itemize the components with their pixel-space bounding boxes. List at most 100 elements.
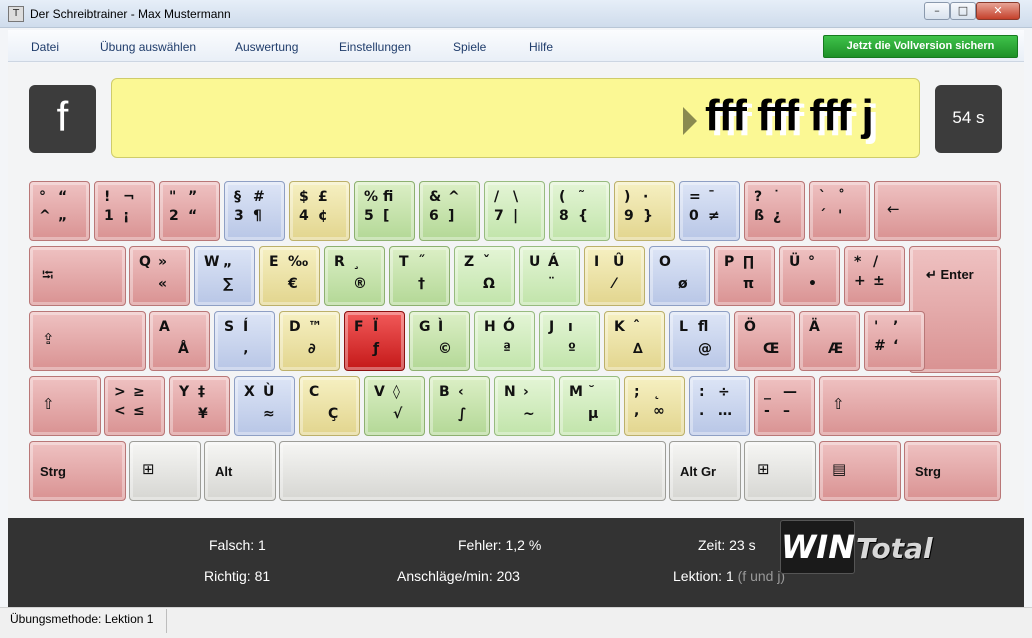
key-glyph: 6	[429, 208, 439, 224]
key-less[interactable]: > ≥ < ≤	[104, 376, 165, 436]
key-space[interactable]	[279, 441, 666, 501]
window-title: Der Schreibtrainer - Max Mustermann	[30, 7, 231, 21]
key-r[interactable]: R ¸ ®	[324, 246, 385, 306]
key-glyph: #	[253, 189, 265, 205]
key-ae[interactable]: ÄÆ	[799, 311, 860, 371]
key-9[interactable]: ) · 9}	[614, 181, 675, 241]
menu-datei[interactable]: Datei	[31, 40, 59, 54]
key-2[interactable]: " ” 2 “	[159, 181, 220, 241]
key-glyph: `	[819, 189, 826, 205]
key-tab[interactable]: ⭾	[29, 246, 126, 306]
key-glyph: ‰	[288, 254, 309, 270]
key-oe[interactable]: ÖŒ	[734, 311, 795, 371]
key-u[interactable]: U Á ¨	[519, 246, 580, 306]
key-ue[interactable]: Ü ° •	[779, 246, 840, 306]
key-glyph: )	[624, 189, 631, 205]
key-0[interactable]: = ¯ 0 ≠	[679, 181, 740, 241]
key-alt[interactable]: Alt	[204, 441, 276, 501]
key-period[interactable]: : ÷.…	[689, 376, 750, 436]
menu-spiele[interactable]: Spiele	[453, 40, 486, 54]
key-p[interactable]: P ∏ π	[714, 246, 775, 306]
key-hash[interactable]: ' ’ # ‘	[864, 311, 925, 371]
key-i[interactable]: I Û ⁄	[584, 246, 645, 306]
key-win-left[interactable]: ⊞	[129, 441, 201, 501]
key-z[interactable]: ZˇΩ	[454, 246, 515, 306]
key-comma[interactable]: ; ˛, ∞	[624, 376, 685, 436]
key-glyph: £	[318, 189, 328, 205]
key-6[interactable]: & ^ 6]	[419, 181, 480, 241]
menu-uebung-auswaehlen[interactable]: Übung auswählen	[100, 40, 196, 54]
key-g[interactable]: G Ì ©	[409, 311, 470, 371]
key-glyph: 7	[494, 208, 504, 224]
key-y[interactable]: Y ‡ ¥	[169, 376, 230, 436]
key-4[interactable]: $ £4 ¢	[289, 181, 350, 241]
key-win-right[interactable]: ⊞	[744, 441, 816, 501]
key-e[interactable]: E ‰ €	[259, 246, 320, 306]
key-glyph: “	[188, 208, 198, 224]
key-menu[interactable]: ▤	[819, 441, 901, 501]
key-3[interactable]: § #3 ¶	[224, 181, 285, 241]
key-w[interactable]: W „ ∑	[194, 246, 255, 306]
key-glyph: ’	[893, 319, 899, 335]
menu-auswertung[interactable]: Auswertung	[235, 40, 298, 54]
key-1[interactable]: ! ¬ 1 ¡	[94, 181, 155, 241]
key-glyph: ¡	[123, 208, 130, 224]
key-glyph: ∂	[308, 341, 316, 357]
key-glyph: ˙	[773, 189, 780, 205]
key-glyph: Z	[464, 254, 475, 270]
key-plus[interactable]: * / + ±	[844, 246, 905, 306]
key-sz[interactable]: ? ˙ ß ¿	[744, 181, 805, 241]
key-ctrl-left[interactable]: Strg	[29, 441, 126, 501]
key-d[interactable]: D ™ ∂	[279, 311, 340, 371]
key-q[interactable]: Q » «	[129, 246, 190, 306]
key-shift-left[interactable]: ⇧	[29, 376, 101, 436]
key-shift-right[interactable]: ⇧	[819, 376, 1001, 436]
key-c[interactable]: CÇ	[299, 376, 360, 436]
key-t[interactable]: T ˝ †	[389, 246, 450, 306]
key-j[interactable]: Jıº	[539, 311, 600, 371]
key-ctrl-right[interactable]: Strg	[904, 441, 1001, 501]
full-version-button[interactable]: Jetzt die Vollversion sichern	[823, 35, 1018, 58]
key-glyph: %	[364, 189, 379, 205]
key-minus[interactable]: _ — - –	[754, 376, 815, 436]
menu-einstellungen[interactable]: Einstellungen	[339, 40, 411, 54]
minimize-button[interactable]: –	[924, 2, 950, 20]
key-label: Alt	[215, 464, 233, 479]
key-h[interactable]: HÓª	[474, 311, 535, 371]
key-glyph: T	[399, 254, 409, 270]
key-glyph: ı	[568, 319, 573, 335]
key-glyph: ‹	[458, 384, 464, 400]
key-glyph: ~	[523, 406, 535, 422]
key-glyph: «	[158, 276, 168, 292]
key-glyph: ‘	[893, 338, 899, 354]
key-backspace[interactable]: ←	[874, 181, 1001, 241]
key-circumflex[interactable]: ° “ ^ „	[29, 181, 90, 241]
key-glyph: @	[698, 341, 712, 357]
key-m[interactable]: M ˘ µ	[559, 376, 620, 436]
key-5[interactable]: % ﬁ 5 [	[354, 181, 415, 241]
menu-hilfe[interactable]: Hilfe	[529, 40, 553, 54]
maximize-button[interactable]: □	[950, 2, 976, 20]
key-glyph: Æ	[828, 341, 844, 357]
key-8[interactable]: (˜ 8 {	[549, 181, 610, 241]
key-k[interactable]: K ˆ ∆	[604, 311, 665, 371]
status-bar	[0, 607, 1032, 638]
key-l[interactable]: Lﬂ @	[669, 311, 730, 371]
key-glyph: *	[854, 254, 862, 270]
key-n[interactable]: N › ~	[494, 376, 555, 436]
key-glyph: <	[114, 403, 126, 419]
key-x[interactable]: X Ù ≈	[234, 376, 295, 436]
logo-total-part: Total	[856, 532, 933, 565]
key-b[interactable]: B ‹ ∫	[429, 376, 490, 436]
key-acute[interactable]: ` ˚ ´ '	[809, 181, 870, 241]
key-altgr[interactable]: Alt Gr	[669, 441, 741, 501]
key-o[interactable]: Oø	[649, 246, 710, 306]
key-f[interactable]: FÏƒ	[344, 311, 405, 371]
key-v[interactable]: V ◊ √	[364, 376, 425, 436]
key-glyph: 3	[234, 208, 244, 224]
key-s[interactable]: S Í ‚	[214, 311, 275, 371]
close-button[interactable]: ✕	[976, 2, 1020, 20]
key-7[interactable]: / \ 7 |	[484, 181, 545, 241]
key-capslock[interactable]: ⇪	[29, 311, 146, 371]
key-a[interactable]: AÅ	[149, 311, 210, 371]
